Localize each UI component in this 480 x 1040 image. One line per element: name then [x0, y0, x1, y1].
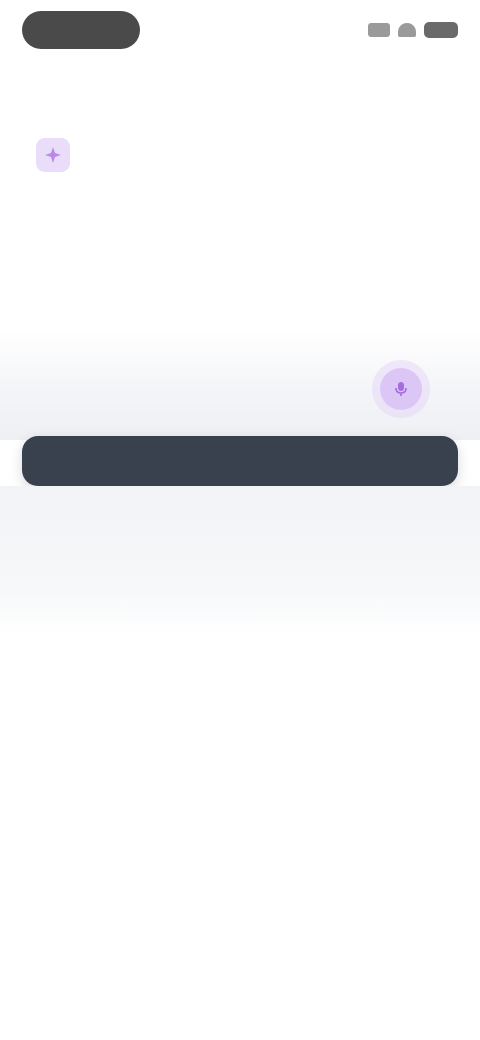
- status-bar: [22, 10, 458, 50]
- info-list: [34, 226, 274, 316]
- header-action[interactable]: [428, 72, 450, 88]
- spark-icon: [36, 138, 70, 172]
- microphone-icon: [395, 382, 407, 396]
- info-line: [34, 256, 274, 274]
- status-icons: [368, 22, 458, 38]
- status-time-pill: [22, 11, 140, 49]
- info-line: [34, 226, 274, 244]
- info-line: [34, 286, 274, 304]
- battery-icon: [424, 22, 458, 38]
- action-bar: [22, 436, 458, 486]
- app-screen: [0, 0, 480, 1040]
- signal-icon: [368, 23, 390, 37]
- microphone-button[interactable]: [380, 368, 422, 410]
- lower-panel: [0, 486, 480, 636]
- wifi-icon: [398, 23, 416, 37]
